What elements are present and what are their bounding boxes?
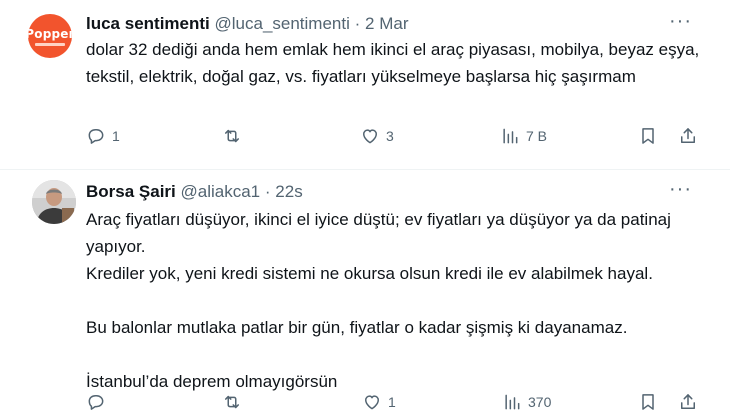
bookmark-button[interactable] — [638, 126, 658, 146]
share-button[interactable] — [678, 126, 698, 146]
heart-icon — [363, 129, 377, 144]
views-button[interactable]: 7 B — [500, 126, 547, 146]
bookmark-icon — [642, 128, 654, 144]
repost-icon — [225, 129, 239, 143]
tweet-actions: 1 370 — [86, 392, 706, 416]
author-name[interactable]: Borsa Şairi — [86, 182, 176, 201]
author-name[interactable]: luca sentimenti — [86, 14, 210, 33]
tweet-time[interactable]: 22s — [275, 182, 302, 201]
views-button[interactable]: 370 — [502, 392, 551, 412]
reply-icon — [88, 395, 104, 410]
author-handle[interactable]: @aliakca1 — [181, 182, 261, 201]
bookmark-button[interactable] — [638, 392, 658, 412]
avatar[interactable]: Popper — [28, 14, 72, 58]
more-dots-icon[interactable]: ··· — [669, 11, 692, 31]
author-handle[interactable]: @luca_sentimenti — [215, 14, 350, 33]
tweet[interactable]: Popper luca sentimenti @luca_sentimenti … — [0, 0, 730, 170]
avatar-brand-text: Popper — [28, 26, 72, 41]
bookmark-icon — [642, 394, 654, 410]
views-count: 7 B — [526, 128, 548, 144]
more-dots-icon[interactable]: ··· — [669, 179, 692, 199]
views-icon — [505, 394, 520, 410]
avatar[interactable] — [32, 180, 76, 224]
tweet-text: Araç fiyatları düşüyor, ikinci el iyice … — [86, 210, 671, 391]
share-icon — [681, 394, 695, 409]
repost-icon — [225, 395, 239, 409]
person-photo-icon — [32, 180, 76, 224]
tweet[interactable]: Borsa Şairi @aliakca1 · 22s ··· Araç fiy… — [0, 170, 730, 420]
tweet-time[interactable]: 2 Mar — [365, 14, 408, 33]
reply-icon — [88, 129, 104, 144]
tweet-header: Borsa Şairi @aliakca1 · 22s — [86, 182, 303, 202]
avatar-brand-underline — [35, 42, 65, 46]
like-count: 1 — [388, 394, 396, 410]
tweet-actions: 1 3 7 B — [86, 126, 706, 150]
header-separator: · — [354, 14, 361, 33]
reply-count: 1 — [112, 128, 120, 144]
tweet-header: luca sentimenti @luca_sentimenti · 2 Mar — [86, 14, 409, 34]
heart-icon — [365, 395, 379, 410]
header-separator: · — [264, 182, 271, 201]
views-count: 370 — [528, 394, 552, 410]
like-button[interactable]: 3 — [360, 126, 394, 146]
like-count: 3 — [386, 128, 394, 144]
like-button[interactable]: 1 — [362, 392, 396, 412]
repost-button[interactable] — [222, 126, 248, 146]
share-icon — [681, 128, 695, 143]
repost-button[interactable] — [222, 392, 248, 412]
views-icon — [503, 128, 518, 144]
tweet-text: dolar 32 dediği anda hem emlak hem ikinc… — [86, 40, 700, 86]
reply-button[interactable]: 1 — [86, 126, 120, 146]
share-button[interactable] — [678, 392, 698, 412]
reply-button[interactable] — [86, 392, 112, 412]
